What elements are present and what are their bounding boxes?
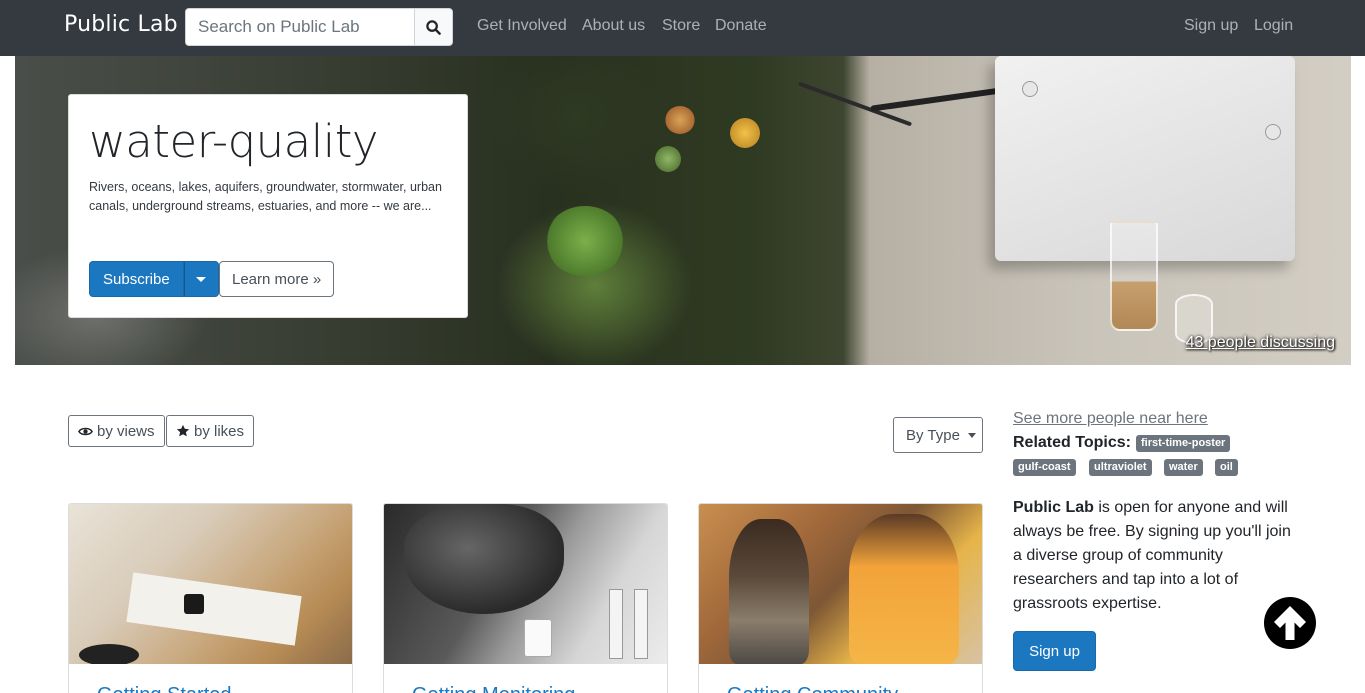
star-icon	[176, 424, 190, 437]
tag-gulf-coast[interactable]: gulf-coast	[1013, 459, 1076, 476]
page-title: water-quality	[89, 115, 379, 168]
by-type-dropdown[interactable]: By Type	[893, 417, 983, 453]
caret-down-icon	[967, 432, 976, 438]
note-card[interactable]: Getting Community...	[698, 503, 983, 693]
eye-icon	[78, 427, 93, 435]
note-card[interactable]: Getting Started...	[68, 503, 353, 693]
about-public-lab-text: Public Lab is open for anyone and will a…	[1013, 496, 1303, 616]
arrow-up-circle-icon	[1264, 597, 1316, 649]
test-tube	[634, 589, 648, 659]
brand-logo[interactable]: Public Lab	[64, 12, 178, 37]
card-title[interactable]: Getting Monitoring...	[412, 684, 592, 693]
card-image	[699, 504, 982, 664]
plant-leaf	[545, 206, 625, 276]
test-tube	[609, 589, 623, 659]
see-people-near-link[interactable]: See more people near here	[1013, 410, 1208, 428]
nav-about-us[interactable]: About us	[582, 17, 645, 35]
card-image	[69, 504, 352, 664]
sort-by-views-button[interactable]: by views	[68, 415, 165, 447]
sort-by-views-label: by views	[97, 422, 155, 440]
search-form	[185, 8, 453, 46]
sample-cup	[524, 619, 552, 657]
subscribe-button[interactable]: Subscribe	[89, 261, 184, 297]
card-image	[384, 504, 667, 664]
tag-first-time-poster[interactable]: first-time-poster	[1136, 435, 1231, 452]
screw	[1022, 81, 1038, 97]
tag-ultraviolet[interactable]: ultraviolet	[1089, 459, 1152, 476]
sidebar-signup-button[interactable]: Sign up	[1013, 631, 1096, 671]
nav-login[interactable]: Login	[1254, 17, 1293, 35]
sort-by-likes-button[interactable]: by likes	[166, 415, 255, 447]
sensor-board	[184, 594, 204, 614]
nav-donate[interactable]: Donate	[715, 17, 767, 35]
cable	[870, 86, 1010, 112]
caret-down-icon	[196, 276, 207, 282]
plant-leaf	[665, 106, 695, 134]
person	[849, 514, 959, 664]
navbar: Public Lab Get Involved About us Store D…	[0, 0, 1365, 56]
mouse-object	[79, 644, 139, 664]
sort-by-likes-label: by likes	[194, 422, 245, 440]
person	[729, 519, 809, 664]
gloved-hand	[404, 504, 564, 614]
nav-sign-up[interactable]: Sign up	[1184, 17, 1238, 35]
nav-get-involved[interactable]: Get Involved	[477, 17, 567, 35]
tag-oil[interactable]: oil	[1215, 459, 1238, 476]
people-discussing-link[interactable]: 43 people discussing	[1186, 334, 1335, 352]
subscribe-dropdown-toggle[interactable]	[183, 261, 219, 297]
nav-store[interactable]: Store	[662, 17, 700, 35]
subscribe-button-group: Subscribe	[89, 261, 219, 297]
topic-description: Rivers, oceans, lakes, aquifers, groundw…	[89, 180, 442, 213]
note-card[interactable]: Getting Monitoring...	[383, 503, 668, 693]
related-topics-label: Related Topics:	[1013, 434, 1131, 451]
by-type-label: By Type	[906, 426, 960, 444]
screw	[1265, 124, 1281, 140]
about-bold: Public Lab	[1013, 499, 1094, 516]
tag-water[interactable]: water	[1164, 459, 1203, 476]
water-sample-vial	[1110, 221, 1158, 331]
plant-leaf	[730, 118, 760, 148]
topic-card: water-quality Rivers, oceans, lakes, aqu…	[68, 94, 468, 318]
plant-leaf	[655, 146, 681, 172]
back-to-top-button[interactable]	[1264, 597, 1316, 649]
card-title[interactable]: Getting Community...	[727, 684, 913, 693]
learn-more-button[interactable]: Learn more »	[219, 261, 335, 297]
search-input[interactable]	[185, 8, 414, 46]
paper-sheet	[126, 572, 302, 646]
search-icon	[426, 19, 441, 35]
search-button[interactable]	[414, 8, 453, 46]
card-title[interactable]: Getting Started...	[97, 684, 248, 693]
